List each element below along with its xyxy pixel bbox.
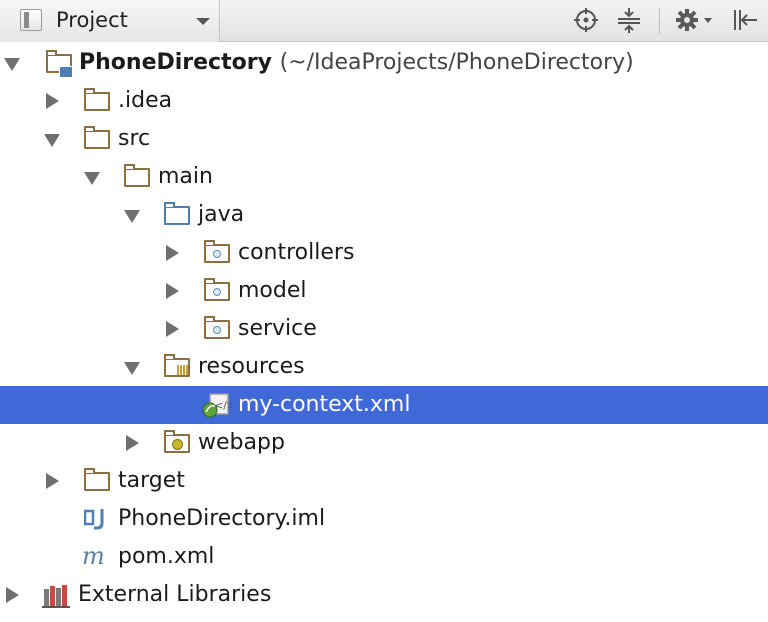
- project-view-icon: [20, 9, 42, 31]
- collapsed-arrow-icon[interactable]: [166, 321, 179, 337]
- spring-xml-file-icon: </>: [202, 393, 232, 418]
- expanded-arrow-icon[interactable]: [44, 134, 60, 147]
- collapsed-arrow-icon[interactable]: [46, 473, 59, 489]
- tree-row-webapp[interactable]: webapp: [0, 424, 768, 462]
- tree-row-service[interactable]: service: [0, 310, 768, 348]
- libraries-icon: [42, 585, 70, 608]
- tree-label-my-context: my-context.xml: [238, 392, 411, 417]
- chevron-down-icon: [196, 18, 210, 25]
- web-folder-icon: [164, 430, 190, 453]
- tree-row-controllers[interactable]: controllers: [0, 234, 768, 272]
- tree-row-pom[interactable]: m pom.xml: [0, 538, 768, 576]
- expanded-arrow-icon[interactable]: [84, 172, 100, 185]
- tree-row-src[interactable]: src: [0, 120, 768, 158]
- project-view-selector[interactable]: Project: [0, 0, 220, 42]
- tree-label-service: service: [238, 316, 317, 341]
- hide-icon[interactable]: [730, 6, 760, 34]
- tree-row-external-libraries[interactable]: External Libraries: [0, 576, 768, 614]
- tree-label-resources: resources: [198, 354, 305, 379]
- expanded-arrow-icon[interactable]: [124, 362, 140, 375]
- tree-row-target[interactable]: target: [0, 462, 768, 500]
- folder-icon: [84, 126, 110, 149]
- tree-label-src: src: [118, 126, 151, 151]
- package-folder-icon: [204, 278, 230, 301]
- tree-label-controllers: controllers: [238, 240, 355, 265]
- collapsed-arrow-icon[interactable]: [46, 93, 59, 109]
- tree-label-main: main: [158, 164, 213, 189]
- locate-icon[interactable]: [572, 6, 600, 34]
- folder-icon: [124, 164, 150, 187]
- tree-row-main[interactable]: main: [0, 158, 768, 196]
- folder-icon: [84, 468, 110, 491]
- tree-label-target: target: [118, 468, 185, 493]
- root-name: PhoneDirectory: [79, 50, 272, 75]
- maven-file-icon: m: [82, 544, 105, 570]
- tree-row-resources[interactable]: resources: [0, 348, 768, 386]
- collapsed-arrow-icon[interactable]: [166, 283, 179, 299]
- collapsed-arrow-icon[interactable]: [166, 245, 179, 261]
- tree-row-root[interactable]: PhoneDirectory (~/IdeaProjects/PhoneDire…: [0, 44, 768, 82]
- svg-text:m: m: [82, 544, 105, 570]
- tree-label-java: java: [198, 202, 245, 227]
- project-tree: PhoneDirectory (~/IdeaProjects/PhoneDire…: [0, 42, 768, 622]
- root-path: (~/IdeaProjects/PhoneDirectory): [279, 50, 634, 75]
- collapsed-arrow-icon[interactable]: [6, 587, 19, 603]
- tree-row-iml[interactable]: PhoneDirectory.iml: [0, 500, 768, 538]
- tree-label-idea: .idea: [118, 88, 173, 113]
- collapsed-arrow-icon[interactable]: [126, 435, 139, 451]
- module-badge-icon: [59, 66, 73, 78]
- tree-label-root: PhoneDirectory (~/IdeaProjects/PhoneDire…: [79, 50, 634, 76]
- tree-label-model: model: [238, 278, 307, 303]
- collapse-all-icon[interactable]: [615, 6, 643, 34]
- tree-row-idea[interactable]: .idea: [0, 82, 768, 120]
- folder-icon: [84, 88, 110, 111]
- expanded-arrow-icon[interactable]: [124, 210, 140, 223]
- tree-label-webapp: webapp: [198, 430, 285, 455]
- tree-label-iml: PhoneDirectory.iml: [118, 506, 326, 531]
- tree-label-pom: pom.xml: [118, 544, 215, 569]
- tree-label-external-libraries: External Libraries: [78, 582, 272, 607]
- package-folder-icon: [204, 316, 230, 339]
- gear-icon[interactable]: [673, 6, 717, 34]
- project-toolbar: Project: [0, 0, 768, 42]
- iml-file-icon: [84, 509, 104, 530]
- resources-folder-icon: [164, 354, 190, 377]
- tree-row-model[interactable]: model: [0, 272, 768, 310]
- source-folder-icon: [164, 202, 190, 225]
- package-folder-icon: [204, 240, 230, 263]
- toolbar-separator: [659, 8, 660, 34]
- tree-row-java[interactable]: java: [0, 196, 768, 234]
- project-view-label: Project: [56, 8, 128, 32]
- tree-row-my-context[interactable]: </> my-context.xml: [0, 386, 768, 424]
- expanded-arrow-icon[interactable]: [4, 58, 20, 71]
